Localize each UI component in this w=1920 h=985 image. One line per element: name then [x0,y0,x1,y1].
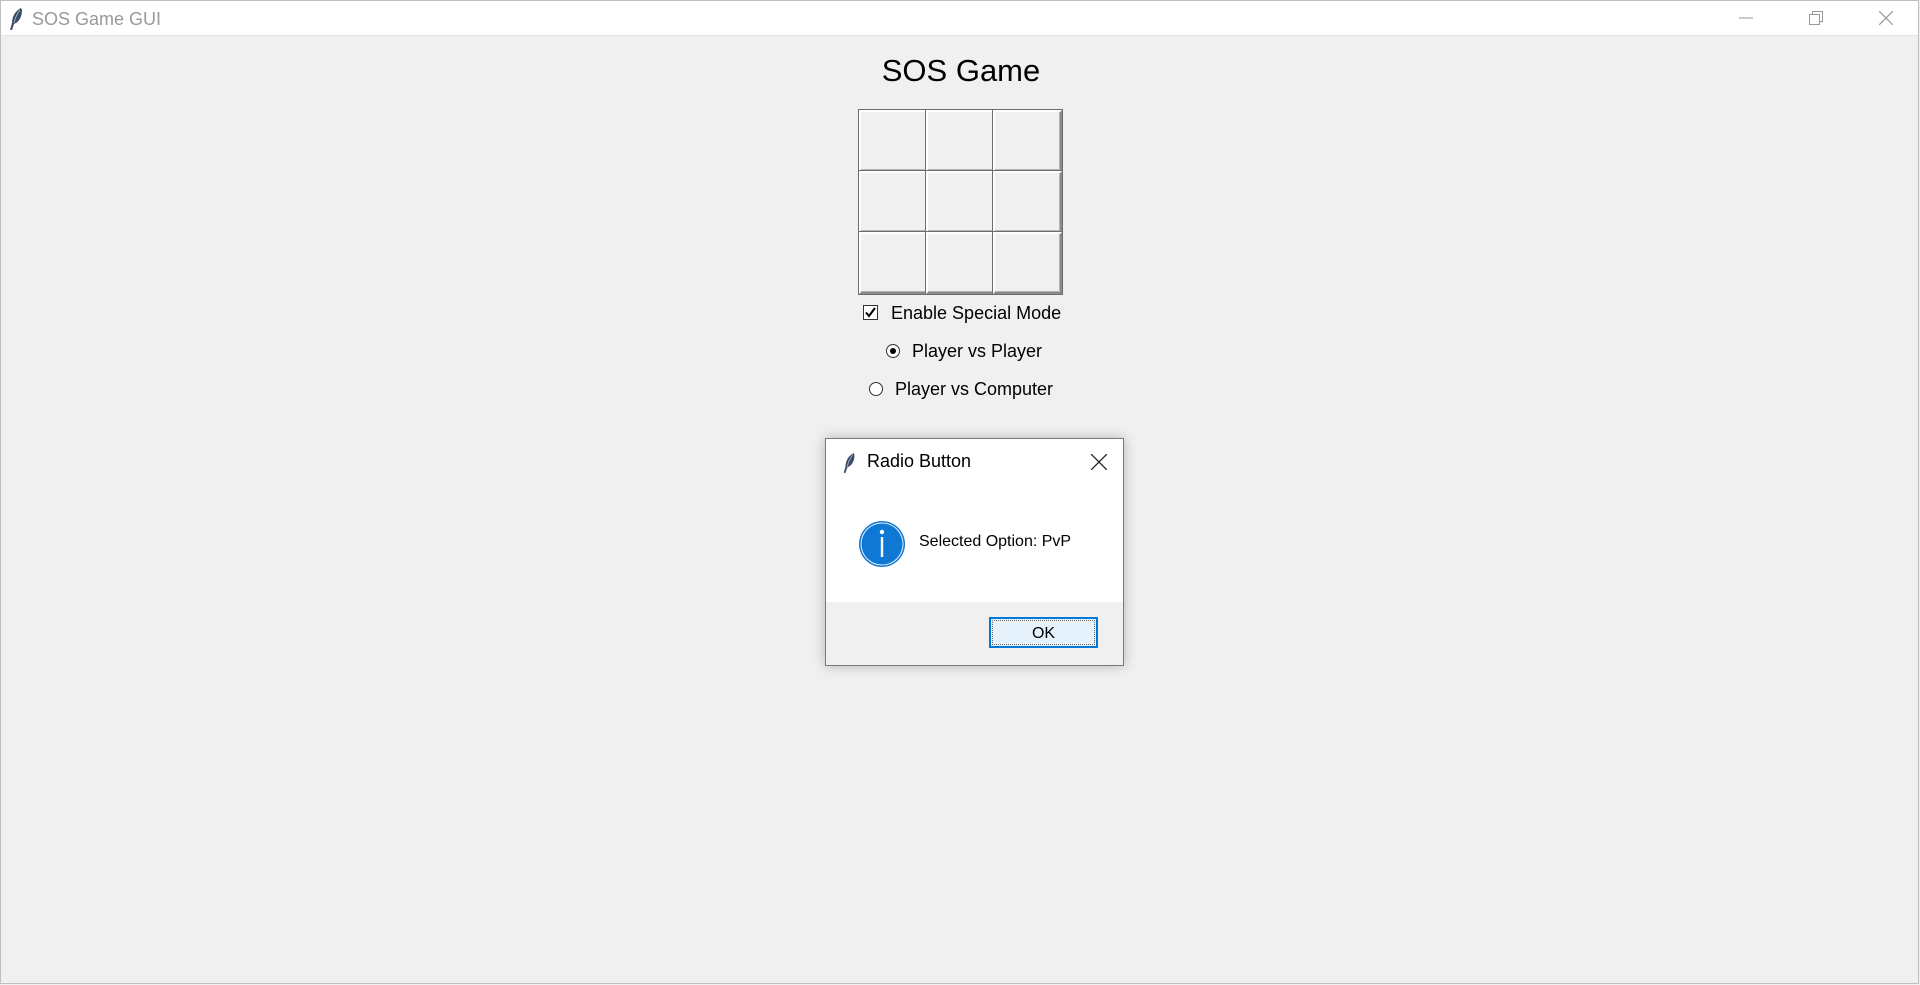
checkmark-icon [865,307,876,318]
pvc-radio[interactable] [869,382,883,396]
board-cell[interactable] [859,110,928,172]
board-cell[interactable] [993,171,1062,233]
board-cell[interactable] [926,171,995,233]
board-cell[interactable] [993,110,1062,172]
message-dialog: Radio Button Selected Option: PvP OK [825,438,1124,666]
board-cell[interactable] [926,232,995,294]
board-cell[interactable] [926,110,995,172]
special-mode-label: Enable Special Mode [891,303,1062,323]
minimize-button[interactable] [1711,1,1781,35]
minimize-icon [1739,17,1753,19]
close-icon [1091,454,1107,470]
feather-icon [841,451,859,475]
board-cell[interactable] [859,171,928,233]
game-board [859,110,1062,296]
board-cell[interactable] [859,232,928,294]
dialog-footer: OK [826,602,1123,665]
restore-icon [1809,11,1823,25]
close-icon [1879,11,1893,25]
radio-selected-dot [890,348,896,354]
dialog-close-button[interactable] [1085,449,1113,475]
board-cell[interactable] [993,232,1062,294]
pvp-label: Player vs Player [912,341,1043,361]
info-icon [859,521,905,567]
pvc-label: Player vs Computer [895,379,1054,399]
title-bar[interactable]: SOS Game GUI [1,1,1918,36]
dialog-title: Radio Button [867,451,972,471]
focus-rectangle [992,620,1095,645]
close-button[interactable] [1851,1,1920,35]
main-window: SOS Game GUI SOS Game Enable Special Mod… [0,0,1919,984]
pvp-radio[interactable] [886,344,900,358]
special-mode-checkbox[interactable] [863,305,878,320]
ok-button[interactable]: OK [989,617,1098,648]
dialog-message: Selected Option: PvP [919,533,1072,550]
restore-button[interactable] [1781,1,1851,35]
window-title: SOS Game GUI [32,9,162,29]
feather-icon [7,7,27,31]
game-title: SOS Game [881,53,1041,88]
